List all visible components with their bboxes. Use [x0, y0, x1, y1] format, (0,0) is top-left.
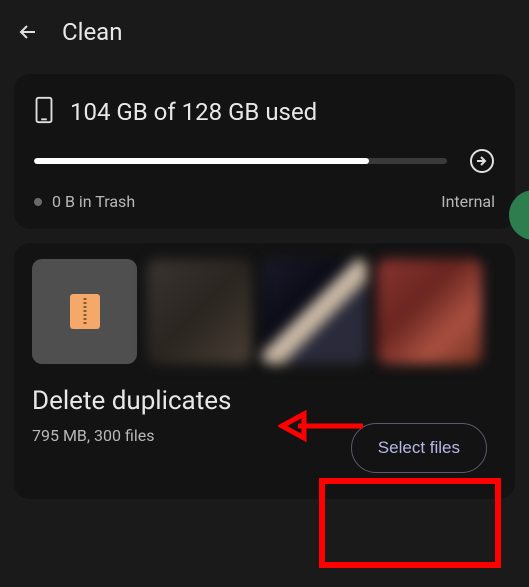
duplicates-title: Delete duplicates — [32, 386, 497, 416]
phone-icon — [34, 96, 54, 128]
storage-location-label: Internal — [441, 192, 495, 211]
thumbnail-image[interactable] — [377, 259, 482, 364]
storage-card: 104 GB of 128 GB used 0 B in Trash Inter… — [14, 74, 515, 229]
thumbnail-image[interactable] — [147, 259, 252, 364]
thumbnail-image[interactable] — [262, 259, 367, 364]
arrow-right-circle-icon[interactable] — [469, 148, 495, 174]
storage-usage-text: 104 GB of 128 GB used — [70, 98, 317, 126]
trash-indicator-dot — [34, 198, 42, 206]
storage-progress — [34, 158, 447, 164]
duplicates-card: Delete duplicates 795 MB, 300 files Sele… — [14, 243, 515, 499]
page-title: Clean — [62, 18, 123, 46]
select-files-button[interactable]: Select files — [351, 423, 487, 473]
trash-size-text: 0 B in Trash — [52, 192, 135, 211]
back-icon[interactable] — [16, 20, 40, 44]
thumbnail-row — [32, 259, 497, 364]
storage-progress-fill — [34, 158, 369, 164]
thumbnail-archive[interactable] — [32, 259, 137, 364]
zip-icon — [70, 294, 100, 329]
